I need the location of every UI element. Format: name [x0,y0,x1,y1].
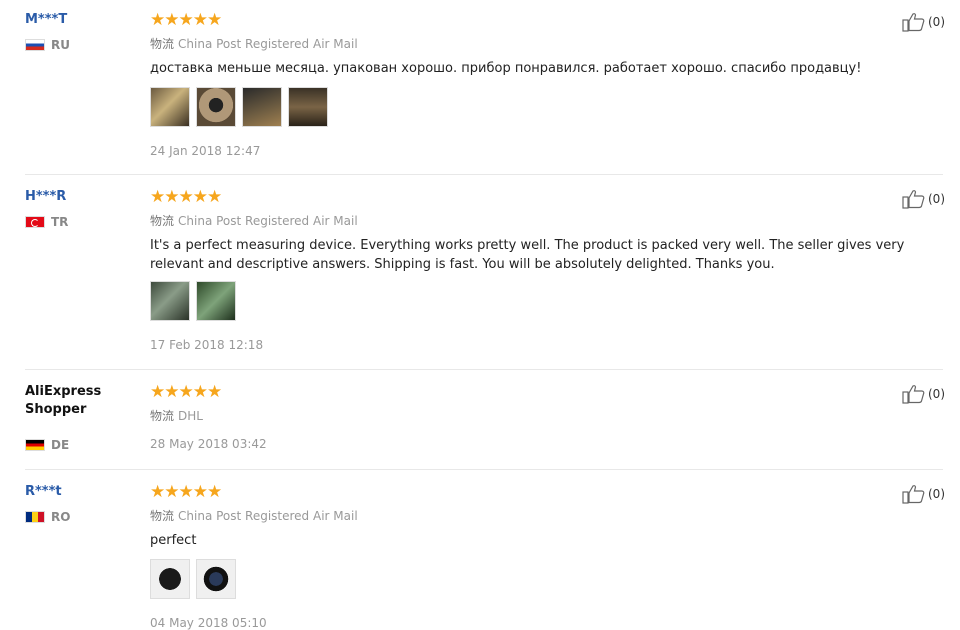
star-icon: ★ [164,382,179,402]
like-button[interactable]: (0) [902,189,945,209]
review-photos [150,281,242,321]
rating-stars: ★ ★ ★ ★ ★ [150,382,222,402]
star-icon: ★ [192,10,208,30]
shipping-value: China Post Registered Air Mail [178,509,358,523]
review-photo-thumbnail[interactable] [196,559,236,599]
country-code: DE [51,438,70,452]
reviewer-country: DE [25,438,69,452]
rating-stars: ★ ★ ★ ★ ★ [150,187,222,207]
shipping-label: 物流 [150,509,175,523]
review-divider [25,369,943,370]
flag-ru-icon [25,39,45,51]
reviewer-country: TR [25,215,68,229]
star-icon: ★ [192,382,208,402]
shipping-label: 物流 [150,214,175,228]
review-photo-thumbnail[interactable] [196,87,236,127]
star-icon: ★ [192,482,208,502]
rating-stars: ★ ★ ★ ★ ★ [150,482,222,502]
star-icon: ★ [164,10,179,30]
like-count: (0) [928,487,945,501]
review-date: 24 Jan 2018 12:47 [150,144,261,158]
star-icon: ★ [150,482,165,502]
flag-ro-icon [25,511,45,523]
review-text: perfect [150,533,197,548]
like-button[interactable]: (0) [902,12,945,32]
review-divider [25,469,943,470]
star-icon: ★ [150,382,165,402]
star-icon: ★ [164,482,179,502]
star-icon: ★ [150,10,165,30]
country-code: RO [51,510,71,524]
star-icon: ★ [207,382,222,402]
like-count: (0) [928,15,945,29]
star-icon: ★ [207,187,222,207]
reviewer-name[interactable]: R***t [25,483,62,501]
flag-de-icon [25,439,45,451]
reviewer-country: RU [25,38,70,52]
country-code: RU [51,38,70,52]
review-photo-thumbnail[interactable] [196,281,236,321]
review-photo-thumbnail[interactable] [242,87,282,127]
shipping-value: China Post Registered Air Mail [178,214,358,228]
review-photo-thumbnail[interactable] [288,87,328,127]
star-icon: ★ [178,382,194,402]
shipping-method: 物流 China Post Registered Air Mail [150,35,358,52]
reviewer-country: RO [25,510,70,524]
review-text: It's a perfect measuring device. Everyth… [150,238,905,272]
star-icon: ★ [150,187,165,207]
thumbs-up-icon [902,485,925,504]
like-button[interactable]: (0) [902,384,945,404]
shipping-value: China Post Registered Air Mail [178,37,358,51]
shipping-value: DHL [178,409,203,423]
review-divider [25,174,943,175]
review-date: 17 Feb 2018 12:18 [150,338,264,352]
review-photos [150,559,242,599]
star-icon: ★ [207,10,222,30]
rating-stars: ★ ★ ★ ★ ★ [150,10,222,30]
like-button[interactable]: (0) [902,484,945,504]
like-count: (0) [928,387,945,401]
shipping-label: 物流 [150,409,175,423]
star-icon: ★ [164,187,179,207]
like-count: (0) [928,192,945,206]
shipping-method: 物流 China Post Registered Air Mail [150,507,358,524]
shipping-label: 物流 [150,37,175,51]
review-photo-thumbnail[interactable] [150,87,190,127]
shipping-method: 物流 DHL [150,407,203,424]
thumbs-up-icon [902,190,925,209]
star-icon: ★ [178,482,194,502]
star-icon: ★ [178,187,194,207]
review-date: 28 May 2018 03:42 [150,437,267,451]
review-photo-thumbnail[interactable] [150,559,190,599]
reviewer-name[interactable]: H***R [25,188,66,206]
star-icon: ★ [192,187,208,207]
thumbs-up-icon [902,13,925,32]
review-photos [150,87,334,127]
review-date: 04 May 2018 05:10 [150,616,267,630]
reviewer-name[interactable]: M***T [25,11,67,29]
flag-tr-icon [25,216,45,228]
review-text: доставка меньше месяца. упакован хорошо.… [150,61,862,76]
shipping-method: 物流 China Post Registered Air Mail [150,212,358,229]
review-photo-thumbnail[interactable] [150,281,190,321]
star-icon: ★ [178,10,194,30]
star-icon: ★ [207,482,222,502]
country-code: TR [51,215,69,229]
reviewer-name[interactable]: AliExpress Shopper [25,383,135,419]
thumbs-up-icon [902,385,925,404]
